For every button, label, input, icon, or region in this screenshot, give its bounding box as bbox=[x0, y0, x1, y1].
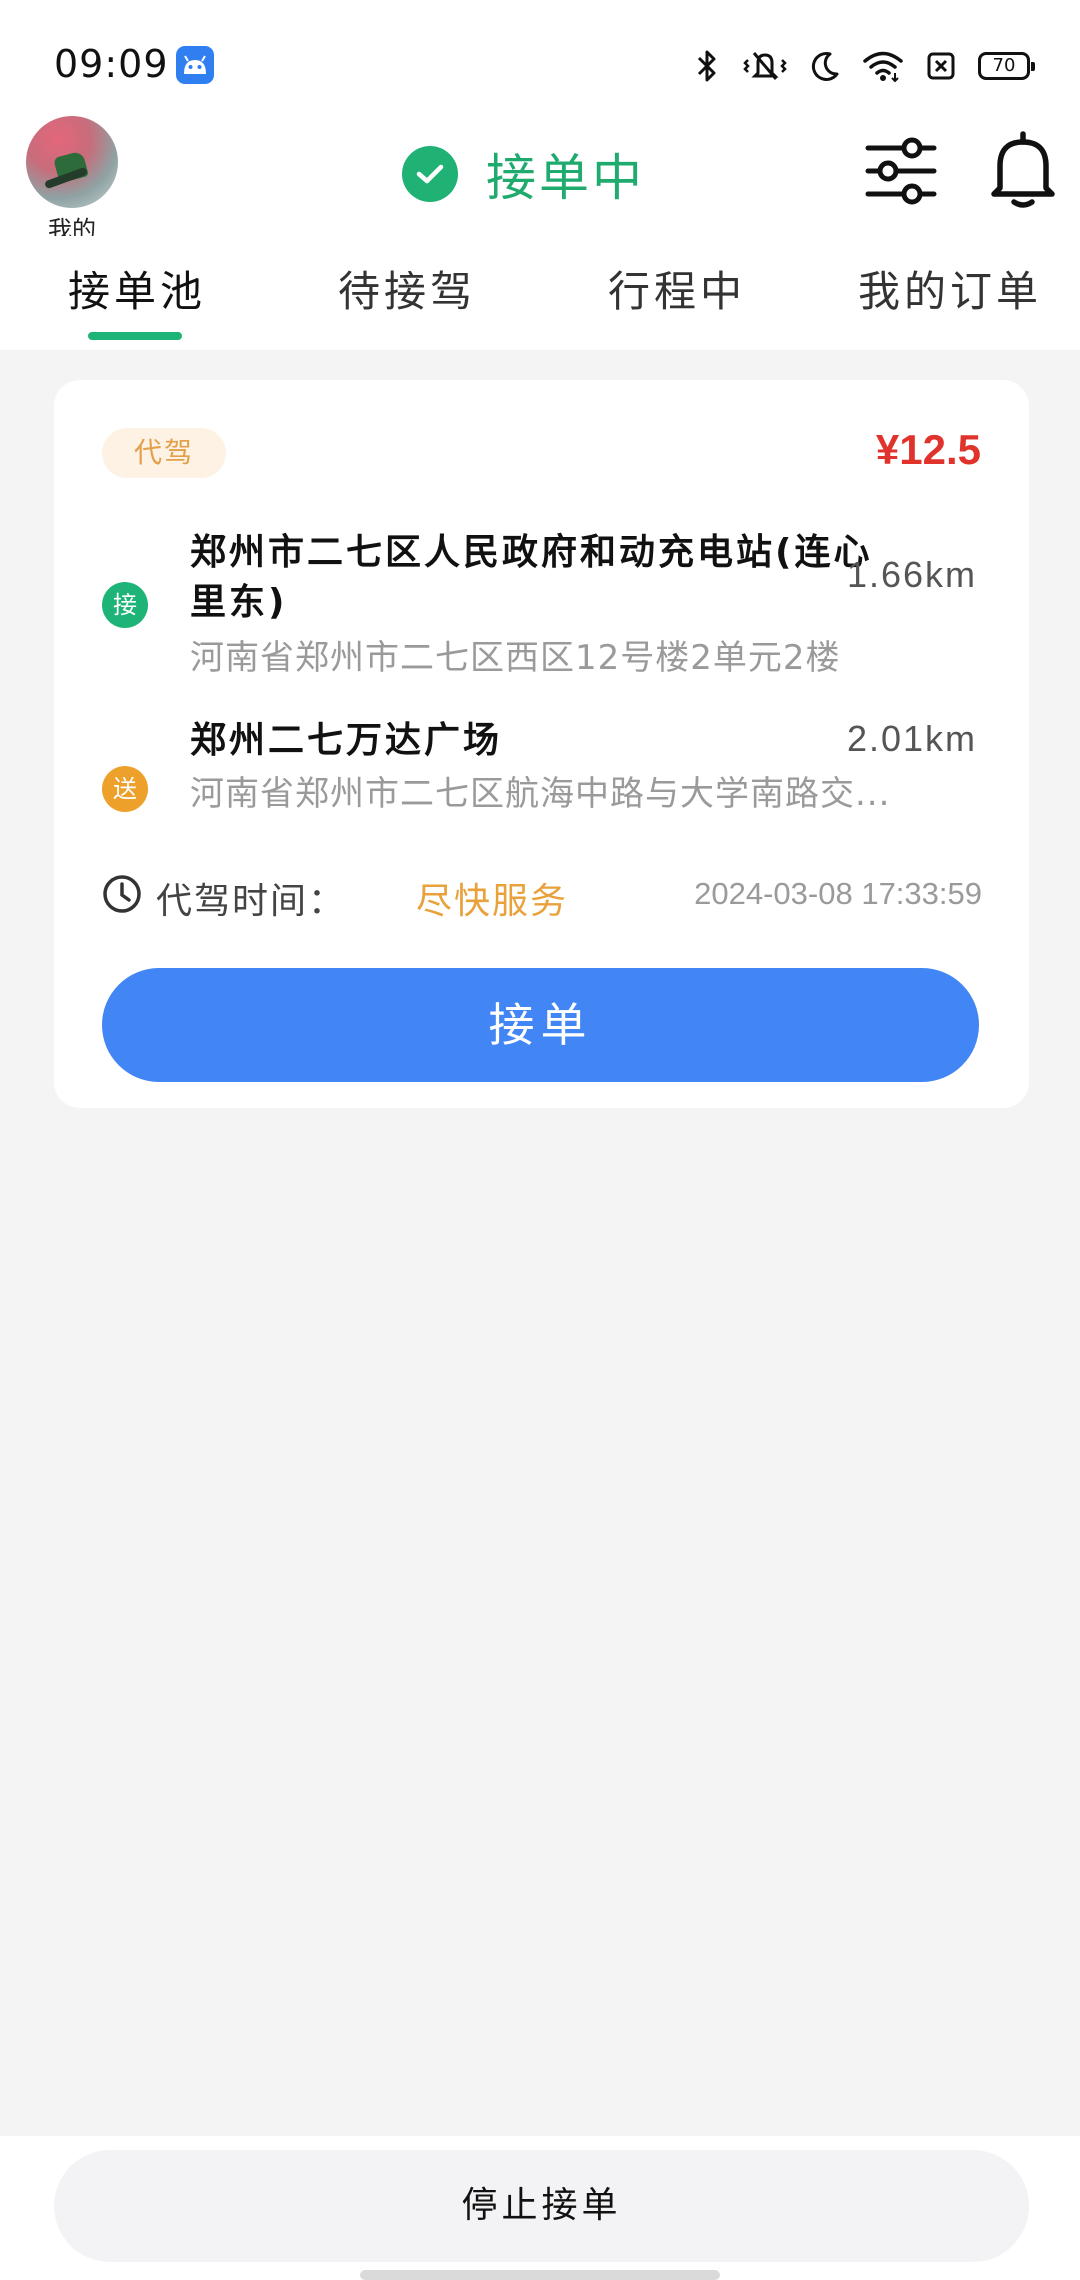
tab-pending-pickup[interactable]: 待接驾 bbox=[338, 258, 476, 319]
clock-icon bbox=[103, 875, 141, 913]
pickup-address: 河南省郑州市二七区西区12号楼2单元2楼 bbox=[190, 638, 841, 678]
battery-icon: 70 bbox=[978, 52, 1035, 80]
header: 09:09 70 我的 接单中 接单池 待接驾 行程中 我的订单 bbox=[0, 0, 1080, 350]
moon-icon bbox=[811, 52, 839, 81]
status-bar: 09:09 70 bbox=[0, 0, 1080, 110]
dropoff-title: 郑州二七万达广场 bbox=[190, 720, 503, 761]
sliders-icon bbox=[865, 137, 937, 205]
accept-order-button[interactable]: 接单 bbox=[102, 968, 979, 1082]
notifications-button[interactable] bbox=[988, 130, 1058, 210]
stop-accepting-button[interactable]: 停止接单 bbox=[54, 2150, 1029, 2262]
dropoff-address: 河南省郑州市二七区航海中路与大学南路交... bbox=[190, 774, 891, 814]
status-time: 09:09 bbox=[54, 42, 169, 86]
pickup-title: 郑州市二七区人民政府和动充电站(连心里东) bbox=[190, 532, 873, 623]
service-type-badge: 代驾 bbox=[102, 428, 226, 478]
wifi-icon bbox=[863, 51, 903, 83]
bell-icon bbox=[991, 131, 1055, 208]
order-price: ¥12.5 bbox=[875, 426, 981, 473]
service-time-label: 代驾时间： bbox=[156, 881, 347, 922]
pickup-distance: 1.66km bbox=[846, 554, 977, 595]
filter-settings-button[interactable] bbox=[864, 134, 938, 208]
android-app-icon bbox=[176, 46, 214, 84]
pickup-badge: 接 bbox=[102, 582, 148, 628]
check-circle-icon bbox=[402, 146, 458, 202]
status-label: 接单中 bbox=[486, 149, 645, 207]
dropoff-distance: 2.01km bbox=[846, 718, 977, 759]
service-time-value: 尽快服务 bbox=[416, 881, 569, 922]
tab-order-pool[interactable]: 接单池 bbox=[68, 258, 206, 319]
tab-my-orders[interactable]: 我的订单 bbox=[858, 258, 1042, 319]
status-icons: 70 bbox=[694, 46, 1035, 86]
top-row: 我的 接单中 bbox=[0, 110, 1080, 240]
work-status[interactable]: 接单中 bbox=[402, 138, 645, 210]
order-timestamp: 2024-03-08 17:33:59 bbox=[694, 876, 982, 911]
tab-bar: 接单池 待接驾 行程中 我的订单 bbox=[0, 258, 1080, 350]
avatar-label: 我的 bbox=[48, 216, 96, 236]
tab-indicator bbox=[88, 332, 182, 340]
home-indicator[interactable] bbox=[360, 2270, 720, 2280]
bluetooth-icon bbox=[697, 50, 716, 82]
dropoff-badge: 送 bbox=[102, 766, 148, 812]
vibrate-icon bbox=[743, 52, 787, 80]
service-time-row: 代驾时间： 尽快服务 2024-03-08 17:33:59 bbox=[102, 866, 982, 922]
profile-button[interactable]: 我的 bbox=[26, 116, 118, 236]
bottom-bar: 停止接单 bbox=[0, 2136, 1080, 2280]
order-card[interactable]: 代驾 ¥12.5 接 郑州市二七区人民政府和动充电站(连心里东) 1.66km … bbox=[54, 380, 1029, 1108]
sim-icon bbox=[927, 52, 955, 80]
tab-in-trip[interactable]: 行程中 bbox=[608, 258, 746, 319]
avatar[interactable] bbox=[26, 116, 118, 208]
